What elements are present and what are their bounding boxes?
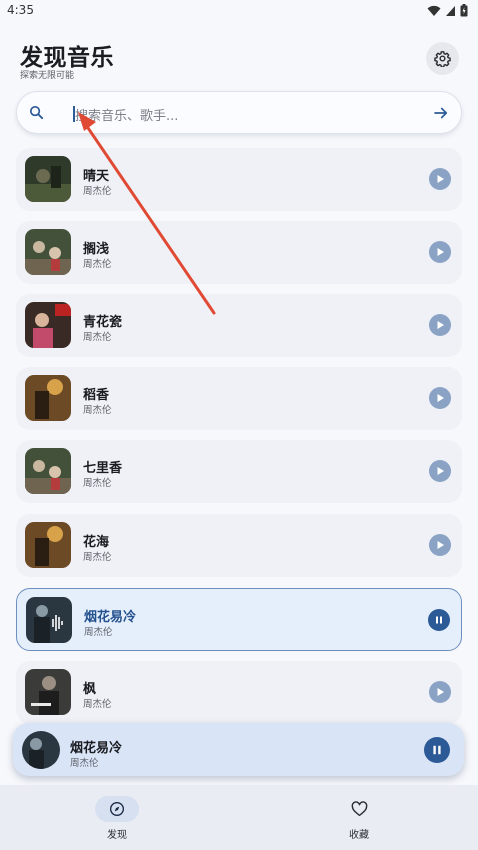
now-playing-title: 烟花易冷 [70, 741, 123, 756]
album-cover [25, 522, 71, 568]
nav-discover[interactable]: 发现 [73, 795, 163, 843]
nav-favorites[interactable]: 收藏 [315, 795, 405, 843]
album-cover [25, 156, 71, 202]
song-artist: 周杰伦 [83, 699, 112, 710]
album-cover [25, 229, 71, 275]
gear-icon [434, 51, 451, 67]
pause-icon [433, 745, 441, 755]
album-cover [25, 669, 71, 715]
now-playing-pause-button[interactable] [424, 737, 450, 763]
song-artist: 周杰伦 [83, 552, 112, 563]
nav-favorites-indicator [337, 796, 381, 822]
status-time: 4:35 [7, 3, 34, 17]
search-input-placeholder[interactable]: 搜索音乐、歌手... [75, 105, 178, 124]
play-icon [437, 394, 444, 402]
song-title: 青花瓷 [83, 315, 123, 330]
song-title: 稻香 [83, 388, 110, 403]
signal-icon [446, 5, 455, 16]
system-icons [427, 4, 468, 17]
page-title: 发现音乐 [20, 45, 114, 71]
song-item[interactable]: 枫 周杰伦 [16, 661, 462, 724]
nav-favorites-label: 收藏 [349, 830, 369, 841]
play-icon [437, 541, 444, 549]
song-item-playing[interactable]: 烟花易冷 周杰伦 [16, 588, 462, 651]
album-cover [25, 448, 71, 494]
song-item[interactable]: 晴天 周杰伦 [16, 148, 462, 211]
song-title: 枫 [83, 682, 97, 697]
album-cover [25, 375, 71, 421]
play-button[interactable] [429, 241, 451, 263]
pause-button[interactable] [428, 609, 450, 631]
play-button[interactable] [429, 534, 451, 556]
song-item[interactable]: 七里香 周杰伦 [16, 440, 462, 503]
heart-icon [351, 801, 367, 817]
song-title: 搁浅 [83, 242, 110, 257]
song-artist: 周杰伦 [83, 478, 112, 489]
play-button[interactable] [429, 681, 451, 703]
play-icon [437, 467, 444, 475]
song-artist: 周杰伦 [83, 259, 112, 270]
now-playing-artist: 周杰伦 [70, 758, 99, 769]
nav-discover-label: 发现 [107, 830, 127, 841]
play-icon [437, 248, 444, 256]
play-button[interactable] [429, 314, 451, 336]
wifi-icon [427, 5, 441, 16]
compass-icon [110, 802, 124, 816]
pause-icon [436, 616, 442, 624]
song-artist: 周杰伦 [83, 332, 112, 343]
play-button[interactable] [429, 168, 451, 190]
song-title: 烟花易冷 [84, 610, 137, 625]
now-playing-cover [22, 731, 60, 769]
nav-discover-indicator [95, 796, 139, 822]
song-artist: 周杰伦 [83, 186, 112, 197]
search-bar[interactable]: 搜索音乐、歌手... [16, 91, 462, 134]
song-title: 七里香 [83, 461, 123, 476]
song-item[interactable]: 花海 周杰伦 [16, 514, 462, 577]
battery-icon [460, 4, 468, 17]
song-artist: 周杰伦 [83, 405, 112, 416]
song-item[interactable]: 搁浅 周杰伦 [16, 221, 462, 284]
now-playing-bar[interactable]: 烟花易冷 周杰伦 [13, 723, 464, 776]
play-button[interactable] [429, 387, 451, 409]
page-subtitle: 探索无限可能 [20, 71, 75, 81]
song-title: 花海 [83, 535, 110, 550]
play-icon [437, 175, 444, 183]
settings-button[interactable] [426, 42, 459, 75]
album-cover [26, 597, 72, 643]
song-item[interactable]: 稻香 周杰伦 [16, 367, 462, 430]
arrow-right-icon[interactable] [432, 104, 450, 122]
album-cover [25, 302, 71, 348]
play-button[interactable] [429, 460, 451, 482]
song-item[interactable]: 青花瓷 周杰伦 [16, 294, 462, 357]
song-title: 晴天 [83, 169, 110, 184]
status-bar: 4:35 [0, 0, 478, 22]
play-icon [437, 321, 444, 329]
search-icon [29, 105, 44, 120]
play-icon [437, 688, 444, 696]
song-artist: 周杰伦 [84, 627, 113, 638]
bottom-navigation: 发现 收藏 [0, 785, 478, 850]
